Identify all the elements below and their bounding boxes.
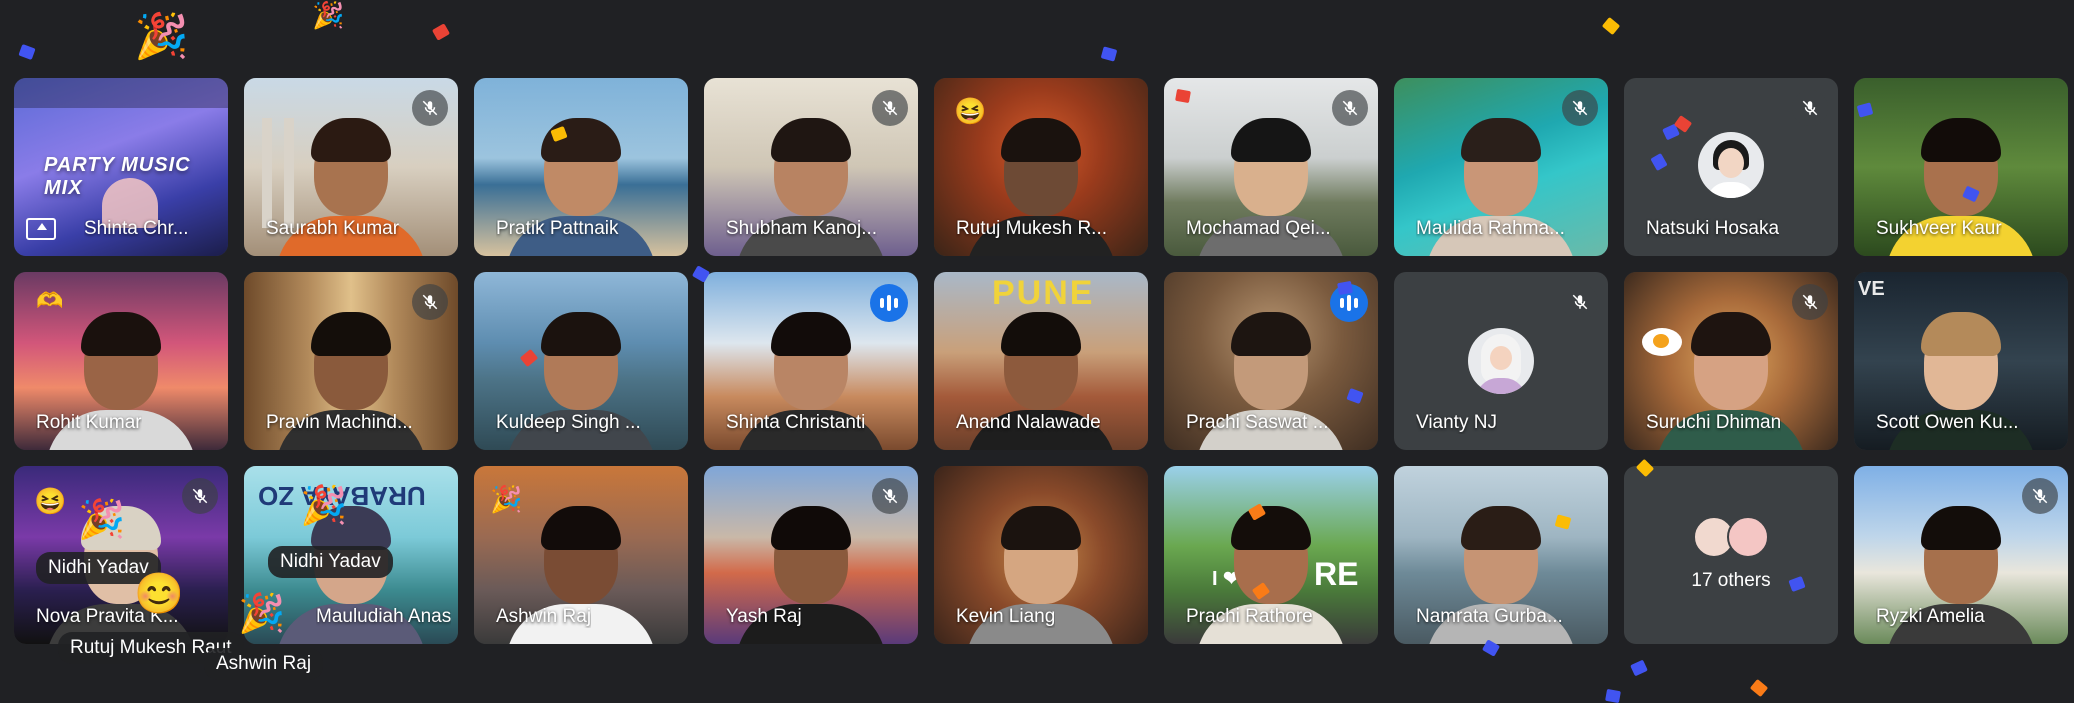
tile-participant[interactable]: PUNE Anand Nalawade xyxy=(934,272,1148,450)
tile-participant[interactable]: Maulida Rahma... xyxy=(1394,78,1608,256)
participant-name: Kuldeep Singh ... xyxy=(496,412,641,433)
tile-others[interactable]: 17 others xyxy=(1624,466,1838,644)
mic-off-icon xyxy=(1562,90,1598,126)
participant-name: Mauludiah Anas xyxy=(316,606,452,627)
avatar xyxy=(1727,516,1769,558)
participant-name: Vianty NJ xyxy=(1416,412,1497,433)
participant-name: Ashwin Raj xyxy=(496,606,592,627)
avatar xyxy=(1698,132,1764,198)
presenter-name: Shinta Chr... xyxy=(84,218,189,239)
tile-participant[interactable]: Pratik Pattnaik xyxy=(474,78,688,256)
tile-participant[interactable]: Kuldeep Singh ... xyxy=(474,272,688,450)
tile-participant[interactable]: Prachi Saswat ... xyxy=(1164,272,1378,450)
participant-name: Suruchi Dhiman xyxy=(1646,412,1782,433)
tile-participant[interactable]: Yash Raj xyxy=(704,466,918,644)
mic-off-icon xyxy=(412,284,448,320)
tile-participant[interactable]: Mochamad Qei... xyxy=(1164,78,1378,256)
mic-off-icon xyxy=(872,478,908,514)
tile-participant[interactable]: Shubham Kanoj... xyxy=(704,78,918,256)
tile-participant[interactable]: Sukhveer Kaur xyxy=(1854,78,2068,256)
confetti-piece xyxy=(18,43,36,61)
mic-off-icon xyxy=(182,478,218,514)
party-emoji-reaction: 🎉 xyxy=(238,593,286,635)
participant-name: Mochamad Qei... xyxy=(1186,218,1331,239)
participant-name: Saurabh Kumar xyxy=(266,218,400,239)
party-emoji-reaction: 🎉 xyxy=(300,485,348,527)
tile-participant[interactable]: Namrata Gurba... xyxy=(1394,466,1608,644)
mic-off-icon xyxy=(412,90,448,126)
participant-name: Prachi Rathore xyxy=(1186,606,1313,627)
smile-emoji-reaction: 😊 xyxy=(134,572,184,616)
confetti-piece xyxy=(1100,46,1118,62)
tile-participant[interactable]: I ❤ RE Prachi Rathore xyxy=(1164,466,1378,644)
participant-name: Namrata Gurba... xyxy=(1416,606,1563,627)
participant-name: Pravin Machind... xyxy=(266,412,413,433)
participant-name: Scott Owen Ku... xyxy=(1876,412,2019,433)
participant-name: Maulida Rahma... xyxy=(1416,218,1565,239)
avatar xyxy=(1468,328,1534,394)
party-emoji-reaction: 🎉 xyxy=(134,12,189,61)
tile-participant[interactable]: Saurabh Kumar xyxy=(244,78,458,256)
tile-participant[interactable]: Kevin Liang xyxy=(934,466,1148,644)
speaking-indicator-icon xyxy=(870,284,908,322)
tile-participant[interactable]: 😆 Rutuj Mukesh R... xyxy=(934,78,1148,256)
tile-participant[interactable]: VE Scott Owen Ku... xyxy=(1854,272,2068,450)
mic-off-icon xyxy=(1792,284,1828,320)
confetti-piece xyxy=(1630,659,1648,677)
party-emoji-reaction: 🎉 xyxy=(312,0,345,30)
confetti-piece xyxy=(431,23,451,41)
participant-name: Pratik Pattnaik xyxy=(496,218,619,239)
mic-off-icon xyxy=(872,90,908,126)
confetti-piece xyxy=(1749,678,1769,698)
participant-name: Anand Nalawade xyxy=(956,412,1101,433)
participant-name: Rutuj Mukesh R... xyxy=(956,218,1107,239)
tile-participant[interactable]: Shinta Christanti xyxy=(704,272,918,450)
tile-participant[interactable]: Ryzki Amelia xyxy=(1854,466,2068,644)
mic-off-icon xyxy=(1792,90,1828,126)
mic-off-icon xyxy=(1562,284,1598,320)
participant-name: Kevin Liang xyxy=(956,606,1056,627)
participant-name: Shubham Kanoj... xyxy=(726,218,878,239)
tile-participant[interactable]: Suruchi Dhiman xyxy=(1624,272,1838,450)
present-screen-icon xyxy=(26,218,56,240)
participant-name: Yash Raj xyxy=(726,606,802,627)
tile-participant[interactable]: 🫶 Rohit Kumar xyxy=(14,272,228,450)
others-count: 17 others xyxy=(1691,570,1771,591)
participant-name: Ryzki Amelia xyxy=(1876,606,1985,627)
confetti-piece xyxy=(1175,88,1191,104)
others-avatar-stack xyxy=(1693,516,1769,558)
party-emoji-reaction: 🎉 xyxy=(490,484,523,514)
tile-presentation[interactable]: PARTY MUSIC MIX Shinta Chr... xyxy=(14,78,228,256)
participant-name: Prachi Saswat ... xyxy=(1186,412,1329,433)
party-emoji-reaction: 🎉 xyxy=(78,499,126,541)
background-text-live: VE xyxy=(1858,278,1885,300)
confetti-piece xyxy=(1605,688,1621,703)
reaction-sender-name: Ashwin Raj xyxy=(204,648,324,680)
mic-off-icon xyxy=(1332,90,1368,126)
confetti-piece xyxy=(1601,16,1621,36)
participant-name: Natsuki Hosaka xyxy=(1646,218,1780,239)
background-pillar xyxy=(262,118,272,228)
reaction-sender-name: Nidhi Yadav xyxy=(268,546,393,578)
participant-name: Shinta Christanti xyxy=(726,412,866,433)
participant-name: Sukhveer Kaur xyxy=(1876,218,2002,239)
participant-name: Rohit Kumar xyxy=(36,412,142,433)
confetti-piece xyxy=(1337,280,1353,296)
mic-off-icon xyxy=(2022,478,2058,514)
heart-hands-emoji-reaction: 🫶 xyxy=(36,288,64,313)
tile-participant[interactable]: 🎉 Ashwin Raj xyxy=(474,466,688,644)
tile-participant-avatar[interactable]: Vianty NJ xyxy=(1394,272,1608,450)
tile-participant[interactable]: Pravin Machind... xyxy=(244,272,458,450)
